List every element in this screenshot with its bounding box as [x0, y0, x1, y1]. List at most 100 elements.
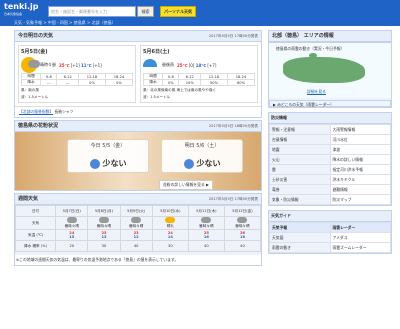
search-button[interactable]: 検索: [137, 6, 154, 17]
guide-link[interactable]: 雨雲の動き: [269, 242, 331, 253]
date: 5月7日(日): [55, 205, 89, 217]
disaster-link[interactable]: 気象・防災情報: [269, 194, 331, 205]
weather: 曇時々晴: [129, 224, 144, 228]
rain: 30: [87, 240, 121, 252]
weather: 曇時々晴: [199, 224, 214, 228]
shikoku-map-image: [283, 57, 365, 83]
date: 5月9日(火): [119, 205, 153, 217]
site-logo[interactable]: tenki.jp: [4, 2, 39, 11]
weekly-table: 日付 5月7日(日) 5月8日(月) 5月9日(火) 5月10日(水) 5月11日(木) 5…: [14, 205, 262, 252]
disaster-link[interactable]: 火山: [269, 154, 331, 165]
area-title: 北部（徳島） エリアの情報: [272, 33, 334, 39]
guide-link[interactable]: 天気図: [269, 232, 331, 243]
sunny-cloudy-icon: [21, 57, 40, 73]
weather: 曇時々晴: [235, 224, 250, 228]
low: 14: [167, 235, 173, 239]
disaster-link[interactable]: 降水の詳しい情報: [329, 154, 391, 165]
date-label: 5月5日(金): [21, 49, 48, 55]
low: 16: [239, 235, 245, 239]
map-detail-link[interactable]: 詳細を見る: [307, 89, 326, 95]
precip: ---: [56, 79, 80, 86]
date-label: 5月6日(土): [143, 49, 170, 55]
cloud-sun-icon: [66, 217, 77, 223]
disaster-link[interactable]: 避難情報: [329, 184, 391, 195]
clothing-value: 長袖シャツ: [54, 109, 74, 114]
weekly-section: 週間天気 2017年5月5日 17時00分発表 日付 5月7日(日) 5月8日(月) 5…: [14, 193, 262, 266]
low: 13: [101, 235, 107, 239]
clothing-link-row: 【北部の服装指数】 長袖シャツ: [15, 106, 261, 117]
rain-map[interactable]: 徳島県の雨雲の動き（実況・今日予報） 詳細を見る: [269, 42, 391, 98]
low-diff: [+7]: [207, 62, 217, 68]
date: 5月12日(金): [223, 205, 262, 217]
rain: 40: [119, 240, 153, 252]
cloud-sun-icon: [98, 217, 109, 223]
high-temp: 25℃: [59, 62, 70, 68]
section-title: 今日明日の天気: [18, 33, 54, 39]
wave: 波：1.5メートル: [21, 95, 49, 99]
precip-table: 時間 0-6 6-12 12-18 18-24 降水 0% 10% 50% 60%: [142, 73, 255, 86]
today-card: 5月5日(金) 晴時々曇 25℃ [+1] 11℃ [+1] 時間 0-6 6-12…: [18, 45, 136, 103]
disaster-link[interactable]: 大雨警報情報: [329, 124, 391, 135]
pollen-tomorrow: 明日 5/6（土） 少ない: [161, 139, 243, 173]
disaster-link[interactable]: 指定河川洪水予報: [329, 164, 391, 175]
precip: 10%: [178, 79, 202, 86]
disaster-links: 警報・注意報 大雨警報情報 台風情報 河川水位 地震 津波 火山 降水の詳しい情報 雷指…: [269, 124, 391, 205]
guide-link[interactable]: 雨雲レーダー: [329, 222, 391, 233]
map-caption: 徳島県の雨雲の動き（実況・今日予報）: [276, 46, 345, 51]
precip: 0%: [105, 79, 133, 86]
disaster-link[interactable]: 津波: [329, 144, 391, 155]
pollen-time: 2017年5月5日 16時00分発表: [208, 124, 258, 128]
low: 16: [203, 235, 209, 239]
rain: 40: [187, 240, 225, 252]
rain: 20: [55, 240, 89, 252]
high-diff: [0]: [188, 62, 195, 68]
guide-link[interactable]: 雨雲ズームレーダー: [329, 242, 391, 253]
cloud-sun-icon: [237, 217, 248, 223]
sidebar: 北部（徳島） エリアの情報 徳島県の雨雲の動き（実況・今日予報） 詳細を見る ▶…: [268, 30, 392, 254]
date: 5月10日(水): [151, 205, 189, 217]
breadcrumb[interactable]: 天気・気象予報 > 中国・四国 > 徳島県 > 北部（徳島）: [14, 20, 116, 26]
wind: 風：北の風後南の風 海上では南の風やや強く: [143, 88, 217, 92]
guide-box: 天気ガイド 天気予報 雨雲レーダー 天気図 アメダス 雨雲の動き 雨雲ズームレーダー: [268, 210, 392, 254]
search-input[interactable]: 地名・施設名・郵便番号を入力: [48, 6, 136, 17]
date: 5月8日(月): [87, 205, 121, 217]
disaster-link[interactable]: 洪水キキクル: [329, 174, 391, 185]
pollen-detail-link[interactable]: 花粉の詳しい情報を見る ▶: [159, 180, 213, 190]
disaster-link[interactable]: 警報・注意報: [269, 124, 331, 135]
sun-icon: [165, 217, 176, 223]
tomorrow-card: 5月6日(土) 曇後雨 25℃ [0] 18℃ [+7] 時間 0-6 6-12 12…: [140, 45, 258, 103]
site-header: tenki.jp 日本気象協会 地名・施設名・郵便番号を入力 検索 パーソナル天…: [0, 0, 400, 26]
pollen-title: 徳島県の花粉状況: [18, 123, 59, 129]
low-temp: 18℃: [195, 62, 207, 68]
disaster-link[interactable]: 地震: [269, 144, 331, 155]
disaster-link[interactable]: 土砂災害: [269, 174, 331, 185]
disaster-link[interactable]: 竜巻: [269, 184, 331, 195]
area-section: 北部（徳島） エリアの情報 徳島県の雨雲の動き（実況・今日予報） 詳細を見る ▶…: [268, 30, 392, 108]
weekly-label: 日付: [14, 205, 57, 217]
precip-header: 降水: [142, 79, 164, 86]
weather: 曇時々晴: [96, 224, 112, 228]
wave: 波：1.5メートル: [143, 95, 171, 99]
pollen-date: 今日 5/5（金）: [90, 143, 126, 149]
issued-time: 2017年5月5日 17時00分発表: [208, 34, 258, 38]
clothing-index-link[interactable]: 【北部の服装指数】: [19, 109, 53, 114]
today-weather-section: 今日明日の天気 2017年5月5日 17時00分発表 5月5日(金) 晴時々曇 2…: [14, 30, 262, 118]
disaster-link[interactable]: 河川水位: [329, 134, 391, 145]
pollen-level-icon: [89, 158, 100, 169]
personal-weather-button[interactable]: パーソナル天気: [160, 6, 196, 17]
guide-link[interactable]: 天気予報: [269, 222, 331, 233]
guide-link[interactable]: アメダス: [329, 232, 391, 243]
precip: 60%: [227, 79, 255, 86]
date: 5月11日(木): [187, 205, 225, 217]
cloud-sun-icon: [201, 217, 212, 223]
logo-subtitle: 日本気象協会: [4, 12, 23, 16]
low-temp: 11℃: [81, 62, 92, 68]
weather: 曇時々晴: [64, 224, 79, 228]
rain-radar-link[interactable]: ▶ みどころの天気（雨雲レーダー）: [269, 100, 391, 107]
disaster-link[interactable]: 雷: [269, 164, 331, 175]
low: 15: [69, 235, 75, 239]
disaster-link[interactable]: 防災マップ: [329, 194, 391, 205]
weekly-title: 週間天気: [18, 196, 39, 202]
main-column: 今日明日の天気 2017年5月5日 17時00分発表 5月5日(金) 晴時々曇 2…: [14, 30, 262, 268]
disaster-link[interactable]: 台風情報: [269, 134, 331, 145]
